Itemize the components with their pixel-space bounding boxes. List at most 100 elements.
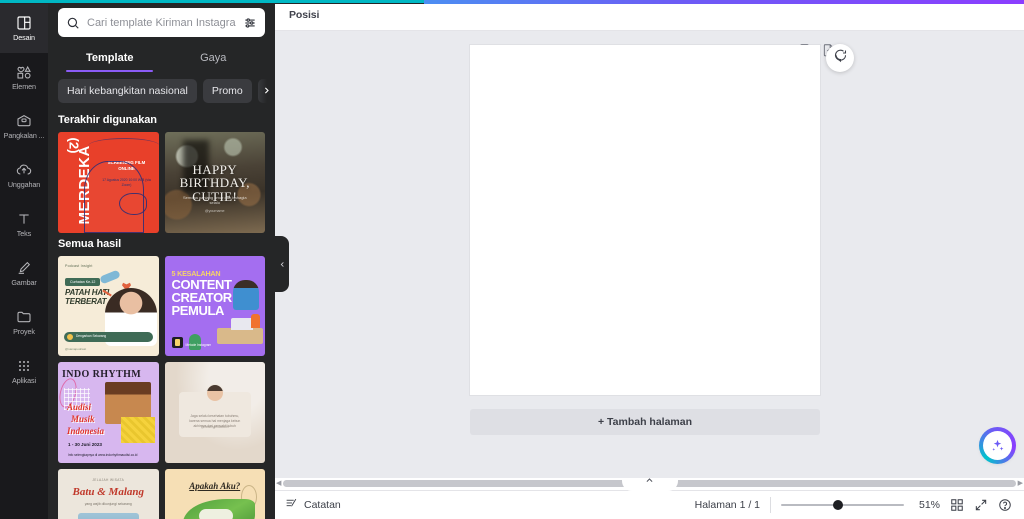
design-icon bbox=[16, 15, 32, 31]
tab-template-label: Template bbox=[86, 52, 134, 64]
left-icon-rail: Desain Elemen Pangkalan ... Unggahan Tek… bbox=[0, 0, 48, 519]
patah-badge: Curhatan Ke-12 bbox=[65, 277, 101, 286]
batu-subtext: yang wajib dikunjungi sekarang bbox=[84, 501, 132, 506]
chip-hari-kebangkitan-nasional[interactable]: Hari kebangkitan nasional bbox=[58, 78, 197, 103]
creator-logo-mark bbox=[171, 337, 183, 349]
indo-title-line3: Indonesia bbox=[67, 426, 105, 437]
batu-eyebrow: JELAJAH WISATA bbox=[92, 477, 125, 482]
merdeka-line-deco bbox=[88, 138, 159, 154]
sliders-icon[interactable] bbox=[243, 16, 257, 30]
indo-date: 1 - 30 Juni 2023 bbox=[68, 442, 102, 448]
rail-item-gambar[interactable]: Gambar bbox=[0, 249, 48, 298]
tab-gaya-label: Gaya bbox=[200, 52, 227, 64]
projects-icon bbox=[16, 309, 32, 325]
creator-desk-deco bbox=[217, 328, 263, 345]
merdeka-number: (2) bbox=[66, 137, 82, 154]
rail-label-aplikasi: Aplikasi bbox=[12, 377, 36, 385]
template-thumb-patah-hati[interactable]: Podcast Insight Curhatan Ke-12 PATAH HAT… bbox=[58, 255, 159, 357]
horizontal-scrollbar[interactable]: ◀ ▶ bbox=[275, 478, 1024, 491]
template-panel: Template Gaya Hari kebangkitan nasional … bbox=[48, 0, 275, 519]
bottom-status-bar: Catatan Halaman 1 / 1 51% bbox=[275, 490, 1024, 519]
template-thumb-indo-rhythm[interactable]: INDO RHYTHM Audisi Musik Indonesia 1 - 3… bbox=[58, 362, 159, 463]
canva-editor-window: Desain Elemen Pangkalan ... Unggahan Tek… bbox=[0, 0, 1024, 519]
chevron-left-icon bbox=[279, 255, 286, 273]
fullscreen-icon[interactable] bbox=[974, 498, 988, 512]
chevron-right-icon[interactable] bbox=[257, 72, 275, 110]
results-template-grid: Podcast Insight Curhatan Ke-12 PATAH HAT… bbox=[58, 255, 265, 519]
bday-handle: @yourname bbox=[204, 208, 225, 213]
canvas-area[interactable]: + Tambah halaman bbox=[275, 31, 1024, 478]
search-box[interactable] bbox=[58, 8, 265, 37]
progress-teal-segment bbox=[0, 0, 424, 3]
recent-section-title: Terakhir digunakan bbox=[58, 114, 157, 127]
template-thumb-apakah-aku[interactable]: Apakah Aku? bbox=[164, 468, 265, 519]
template-thumb-happy-birthday[interactable]: HAPPY BIRTHDAY, CUTIE! Semoga panjang um… bbox=[164, 132, 265, 233]
indo-url: Info selengkapnya di www.indorhythmaudis… bbox=[68, 452, 138, 457]
search-section bbox=[48, 0, 275, 41]
position-button[interactable]: Posisi bbox=[289, 9, 319, 21]
add-page-button[interactable]: + Tambah halaman bbox=[470, 409, 820, 435]
add-comment-icon bbox=[833, 48, 848, 68]
rail-item-proyek[interactable]: Proyek bbox=[0, 298, 48, 347]
creator-laptop-deco bbox=[231, 318, 253, 331]
search-input[interactable] bbox=[87, 16, 236, 29]
page-indicator: Halaman 1 / 1 bbox=[694, 499, 760, 511]
rail-label-proyek: Proyek bbox=[13, 328, 35, 336]
rail-label-elemen: Elemen bbox=[12, 83, 36, 91]
search-icon bbox=[66, 16, 80, 30]
rail-label-unggahan: Unggahan bbox=[7, 181, 41, 189]
panel-scroll-area[interactable]: Terakhir digunakan MERDEKA (2) SCREENING… bbox=[48, 109, 275, 519]
apps-icon bbox=[16, 358, 32, 374]
rail-item-pangkalan[interactable]: Pangkalan ... bbox=[0, 102, 48, 151]
rail-item-aplikasi[interactable]: Aplikasi bbox=[0, 347, 48, 396]
notes-icon bbox=[285, 497, 298, 513]
panel-tabs: Template Gaya bbox=[48, 45, 275, 72]
indo-title-line2: Musik bbox=[71, 414, 95, 425]
magic-studio-button[interactable] bbox=[979, 427, 1016, 464]
recent-template-grid: MERDEKA (2) SCREENING FILM ONLINE 17 Agu… bbox=[58, 132, 265, 233]
panel-collapse-handle[interactable] bbox=[275, 236, 289, 292]
zoom-slider-thumb[interactable] bbox=[832, 500, 843, 510]
notes-button[interactable]: Catatan bbox=[285, 497, 341, 513]
chip-promo[interactable]: Promo bbox=[202, 78, 252, 103]
editor-main: Posisi + Tambah halaman ◀ ▶ Catatan Hala… bbox=[275, 0, 1024, 519]
elements-icon bbox=[16, 64, 32, 80]
rail-item-elemen[interactable]: Elemen bbox=[0, 53, 48, 102]
patah-title-line2: TERBERAT bbox=[65, 296, 107, 306]
template-thumb-content-creator[interactable]: 5 KESALAHAN CONTENT CREATOR PEMULA Metod… bbox=[164, 255, 265, 357]
quote-handle: @healthypromotion bbox=[200, 424, 229, 429]
help-icon[interactable] bbox=[998, 498, 1012, 512]
creator-lamp-deco bbox=[251, 314, 260, 329]
patah-cta-dot bbox=[67, 334, 73, 341]
magic-sparkle-icon bbox=[983, 431, 1012, 460]
scroll-right-arrow[interactable]: ▶ bbox=[1018, 479, 1023, 487]
indo-header: INDO RHYTHM bbox=[62, 369, 142, 381]
merdeka-blob-deco bbox=[118, 192, 147, 215]
rail-item-teks[interactable]: Teks bbox=[0, 200, 48, 249]
design-page-canvas[interactable] bbox=[470, 45, 820, 395]
template-thumb-merdeka[interactable]: MERDEKA (2) SCREENING FILM ONLINE 17 Agu… bbox=[58, 132, 159, 233]
patah-cta-text: Dengarkan Sekarang bbox=[76, 333, 107, 338]
bday-line-2: BIRTHDAY, bbox=[179, 175, 250, 191]
timeline-collapse-tab[interactable] bbox=[621, 478, 678, 491]
tab-gaya[interactable]: Gaya bbox=[162, 45, 266, 72]
draw-icon bbox=[16, 260, 32, 276]
filter-chip-row: Hari kebangkitan nasional Promo Logo bbox=[48, 72, 275, 110]
zoom-slider[interactable] bbox=[781, 498, 904, 512]
quote-avatar bbox=[205, 384, 224, 403]
tab-template[interactable]: Template bbox=[58, 45, 162, 72]
scroll-left-arrow[interactable]: ◀ bbox=[276, 479, 281, 487]
results-section-title: Semua hasil bbox=[58, 237, 122, 250]
template-thumb-quote-card[interactable]: Jaga selalu kesehatan tubuhmu, karena se… bbox=[164, 362, 265, 463]
rail-label-pangkalan: Pangkalan ... bbox=[3, 132, 45, 140]
rail-item-desain[interactable]: Desain bbox=[0, 4, 48, 53]
add-comment-button[interactable] bbox=[826, 44, 854, 72]
patah-drop-deco-1 bbox=[99, 269, 121, 285]
grid-view-icon[interactable] bbox=[950, 498, 964, 512]
rail-item-unggahan[interactable]: Unggahan bbox=[0, 151, 48, 200]
creator-line-4: PEMULA bbox=[171, 302, 225, 318]
rail-label-desain: Desain bbox=[13, 34, 35, 42]
template-thumb-batu-malang[interactable]: JELAJAH WISATA Batu & Malang yang wajib … bbox=[58, 468, 159, 519]
indo-title-line1: Audisi bbox=[67, 402, 92, 413]
text-icon bbox=[16, 211, 32, 227]
